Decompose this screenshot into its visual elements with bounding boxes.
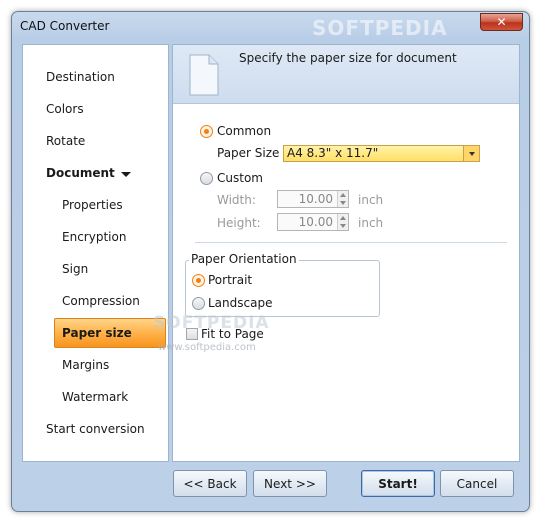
sidebar-item-compression[interactable]: Compression bbox=[62, 287, 140, 315]
dropdown-arrow-icon[interactable] bbox=[463, 146, 479, 161]
height-spinbox[interactable]: 10.00 bbox=[277, 213, 349, 231]
width-label: Width: bbox=[217, 193, 256, 207]
height-value: 10.00 bbox=[298, 215, 333, 229]
sidebar-item-sign[interactable]: Sign bbox=[62, 255, 88, 283]
height-unit: inch bbox=[358, 216, 384, 230]
sidebar-item-destination[interactable]: Destination bbox=[46, 63, 115, 91]
softpedia-url-watermark: www.softpedia.com bbox=[158, 342, 256, 353]
landscape-radio[interactable] bbox=[192, 297, 205, 310]
common-radio[interactable] bbox=[200, 125, 213, 138]
sidebar-item-start-conversion[interactable]: Start conversion bbox=[46, 415, 145, 443]
next-button[interactable]: Next >> bbox=[253, 470, 327, 497]
divider bbox=[195, 242, 507, 243]
sidebar-item-document[interactable]: Document bbox=[46, 159, 131, 187]
paper-orientation-group: Paper Orientation Portrait Landscape bbox=[185, 252, 380, 317]
fit-to-page-checkbox[interactable] bbox=[186, 328, 198, 340]
sidebar-item-encryption[interactable]: Encryption bbox=[62, 223, 126, 251]
common-label: Common bbox=[217, 124, 272, 138]
app-window: CAD Converter SOFTPEDIA ✕ Destination Co… bbox=[11, 11, 530, 512]
start-button[interactable]: Start! bbox=[361, 470, 435, 497]
width-spinbox[interactable]: 10.00 bbox=[277, 190, 349, 208]
portrait-radio[interactable] bbox=[192, 274, 205, 287]
landscape-label: Landscape bbox=[208, 296, 273, 310]
fit-to-page-label: Fit to Page bbox=[201, 327, 264, 341]
back-button[interactable]: << Back bbox=[173, 470, 247, 497]
sidebar-item-rotate[interactable]: Rotate bbox=[46, 127, 85, 155]
portrait-label: Portrait bbox=[208, 273, 253, 287]
height-spin-buttons[interactable] bbox=[337, 214, 348, 230]
page-header: Specify the paper size for document bbox=[173, 45, 519, 104]
watermark-text: SOFTPEDIA bbox=[312, 16, 448, 40]
custom-label: Custom bbox=[217, 171, 263, 185]
sidebar-item-properties[interactable]: Properties bbox=[62, 191, 123, 219]
sidebar-nav: Destination Colors Rotate Document Prope… bbox=[22, 44, 169, 462]
cancel-button[interactable]: Cancel bbox=[440, 470, 514, 497]
paper-size-dropdown[interactable]: A4 8.3" x 11.7" bbox=[283, 145, 480, 162]
width-value: 10.00 bbox=[298, 192, 333, 206]
sidebar-item-watermark[interactable]: Watermark bbox=[62, 383, 128, 411]
document-icon bbox=[189, 54, 219, 96]
sidebar-item-margins[interactable]: Margins bbox=[62, 351, 109, 379]
window-title: CAD Converter bbox=[20, 19, 110, 33]
height-label: Height: bbox=[217, 216, 261, 230]
close-icon: ✕ bbox=[496, 15, 507, 29]
orientation-title: Paper Orientation bbox=[189, 252, 299, 266]
sidebar-item-label: Document bbox=[46, 166, 115, 180]
width-unit: inch bbox=[358, 193, 384, 207]
page-title: Specify the paper size for document bbox=[239, 51, 457, 65]
close-button[interactable]: ✕ bbox=[480, 13, 523, 31]
custom-radio[interactable] bbox=[200, 172, 213, 185]
paper-size-label: Paper Size bbox=[217, 146, 280, 160]
sidebar-item-colors[interactable]: Colors bbox=[46, 95, 84, 123]
title-bar[interactable]: CAD Converter SOFTPEDIA ✕ bbox=[12, 12, 529, 40]
chevron-down-icon bbox=[120, 171, 131, 177]
content-panel: Specify the paper size for document Comm… bbox=[153, 44, 520, 462]
sidebar-item-paper-size[interactable]: Paper size bbox=[54, 318, 166, 348]
paper-size-value: A4 8.3" x 11.7" bbox=[287, 146, 379, 160]
width-spin-buttons[interactable] bbox=[337, 191, 348, 207]
